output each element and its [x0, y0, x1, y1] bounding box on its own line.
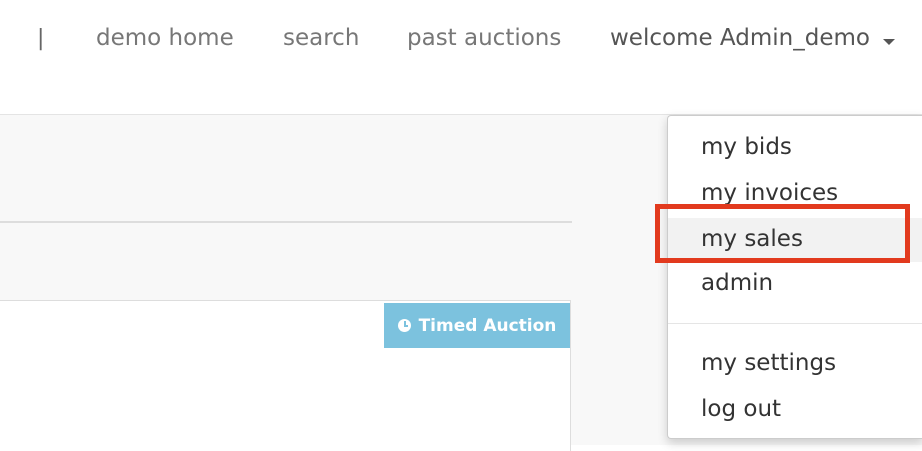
timed-auction-label: Timed Auction: [418, 315, 557, 336]
panel-divider: [0, 221, 572, 223]
top-navbar: | demo home search past auctions welcome…: [0, 0, 922, 80]
menu-item-label: my bids: [701, 134, 792, 160]
user-menu-toggle[interactable]: welcome Admin_demo: [610, 25, 870, 51]
menu-item-my-sales[interactable]: my sales: [668, 218, 922, 262]
menu-item-admin[interactable]: admin: [668, 262, 922, 306]
menu-item-my-settings[interactable]: my settings: [668, 342, 922, 386]
clock-icon: [397, 319, 411, 332]
nav-divider: |: [37, 26, 45, 51]
menu-item-log-out[interactable]: log out: [668, 388, 922, 432]
menu-item-label: my settings: [701, 350, 837, 376]
menu-item-label: log out: [701, 396, 782, 422]
nav-demo-home-link[interactable]: demo home: [96, 25, 234, 51]
menu-item-label: admin: [701, 270, 774, 296]
menu-item-label: my invoices: [701, 180, 839, 206]
caret-down-icon[interactable]: [883, 39, 895, 45]
menu-item-my-bids[interactable]: my bids: [668, 126, 922, 170]
menu-item-label: my sales: [701, 226, 803, 252]
timed-auction-badge: Timed Auction: [384, 303, 570, 348]
nav-search-link[interactable]: search: [283, 25, 359, 51]
menu-item-my-invoices[interactable]: my invoices: [668, 172, 922, 216]
nav-past-auctions-link[interactable]: past auctions: [407, 25, 561, 51]
user-dropdown-menu: my bids my invoices my sales admin my se…: [667, 115, 922, 439]
menu-divider: [668, 323, 922, 324]
